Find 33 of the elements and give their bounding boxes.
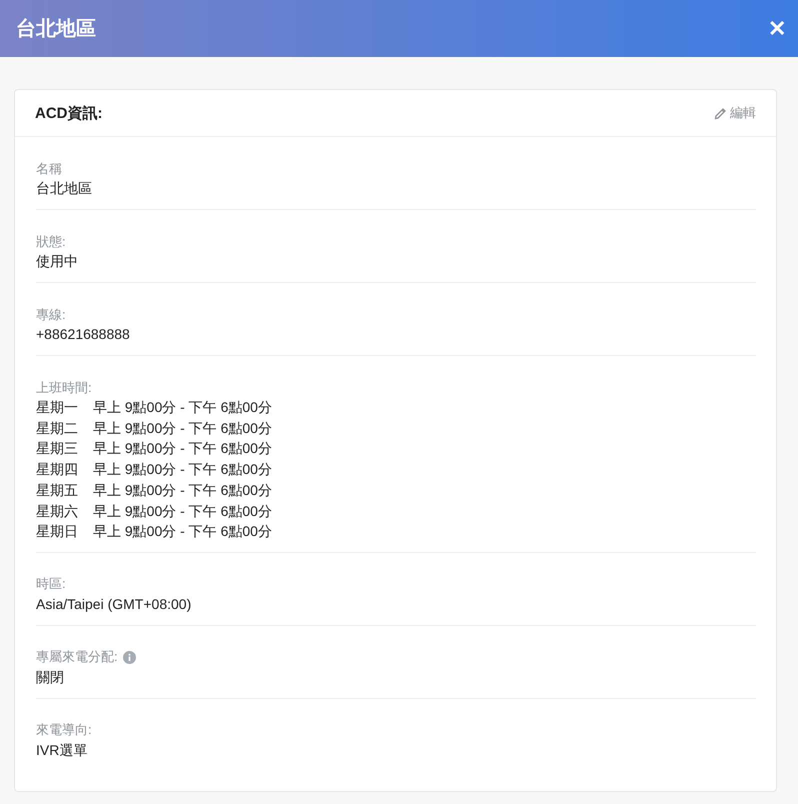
field-label: 來電導向: — [36, 721, 92, 740]
hours-text: 早上 9點00分 - 下午 6點00分 — [93, 460, 272, 480]
field-label: 狀態: — [36, 232, 66, 250]
day-label: 星期六 — [36, 502, 79, 521]
field-value: IVR選單 — [36, 740, 88, 760]
field-label: 上班時間: — [36, 378, 92, 396]
field-label: 時區: — [36, 575, 66, 594]
hours-text: 早上 9點00分 - 下午 6點00分 — [93, 418, 272, 438]
hours-text: 早上 9點00分 - 下午 6點00分 — [93, 439, 272, 458]
field-label: 專線: — [36, 306, 66, 324]
window-title: 台北地區 — [16, 17, 96, 42]
hours-text: 早上 9點00分 - 下午 6點00分 — [93, 480, 272, 500]
day-label: 星期二 — [36, 418, 79, 438]
info-icon[interactable] — [122, 650, 136, 664]
day-label: 星期三 — [36, 439, 79, 458]
day-label: 星期一 — [36, 398, 79, 417]
field-value: Asia/Taipei (GMT+08:00) — [36, 594, 192, 614]
day-label: 星期四 — [36, 460, 79, 480]
hours-text: 早上 9點00分 - 下午 6點00分 — [93, 502, 272, 521]
day-label: 星期日 — [36, 522, 79, 542]
card-title: ACD資訊: — [35, 104, 102, 122]
field-value: 使用中 — [36, 252, 79, 271]
field-value: 台北地區 — [36, 179, 93, 198]
close-button[interactable]: ✕ — [764, 12, 790, 46]
field-label: 專屬來電分配: — [36, 648, 118, 666]
day-label: 星期五 — [36, 480, 79, 500]
field-value: 關閉 — [36, 668, 65, 687]
field-label: 名稱 — [36, 160, 62, 178]
hours-text: 早上 9點00分 - 下午 6點00分 — [93, 398, 272, 417]
field-value: +88621688888 — [36, 325, 131, 344]
edit-link[interactable]: 編輯 — [714, 104, 756, 122]
pencil-icon — [714, 106, 727, 120]
hours-text: 早上 9點00分 - 下午 6點00分 — [93, 522, 272, 542]
